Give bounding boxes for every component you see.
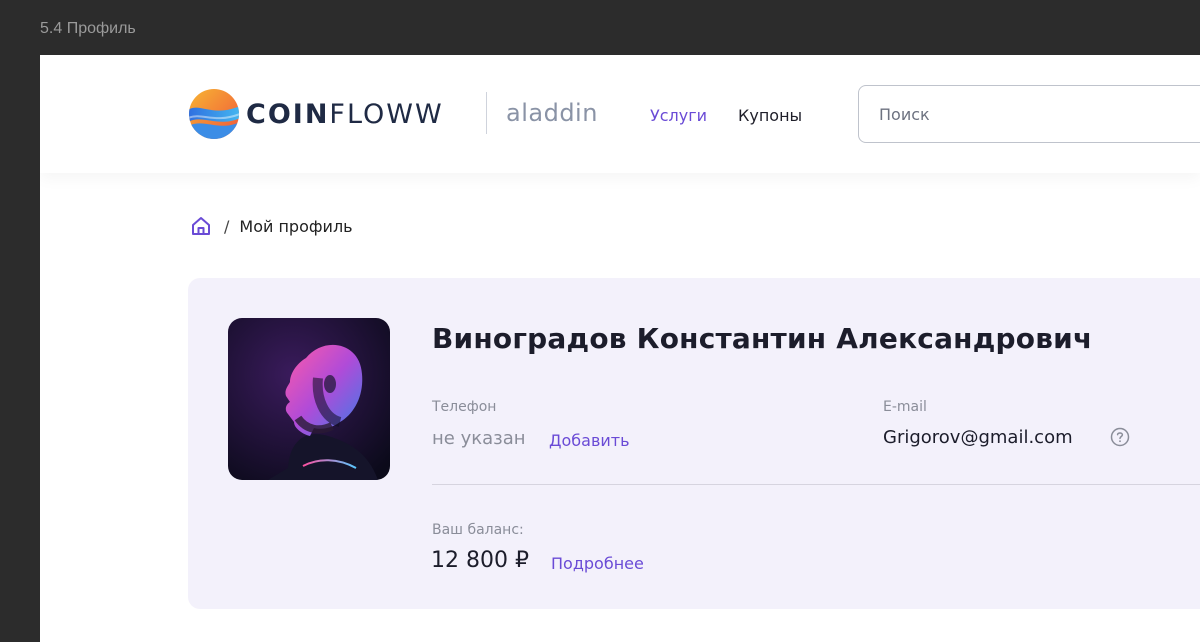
avatar xyxy=(228,318,390,480)
window-title: 5.4 Профиль xyxy=(40,20,136,37)
breadcrumb-separator: / xyxy=(224,216,230,236)
email-value: Grigorov@gmail.com xyxy=(883,427,1073,448)
nav-coupons[interactable]: Купоны xyxy=(738,106,802,125)
profile-full-name: Виноградов Константин Александрович xyxy=(432,322,1093,355)
logo-divider xyxy=(486,92,487,134)
balance-value: 12 800 ₽ xyxy=(431,548,529,573)
breadcrumb: / Мой профиль xyxy=(190,215,353,237)
phone-value: не указан xyxy=(432,428,526,449)
profile-card: Виноградов Константин Александрович Теле… xyxy=(188,278,1200,609)
breadcrumb-current: Мой профиль xyxy=(239,216,353,236)
card-divider xyxy=(432,484,1200,485)
home-icon[interactable] xyxy=(190,215,212,237)
avatar-photo xyxy=(228,318,390,480)
question-circle-icon[interactable] xyxy=(1110,427,1130,447)
logo-text-bold: COIN xyxy=(246,98,330,130)
phone-label: Телефон xyxy=(432,399,497,415)
coinfloww-logo[interactable]: COINFLOWW xyxy=(188,88,444,140)
search-input[interactable] xyxy=(858,85,1200,143)
logo-text: COINFLOWW xyxy=(246,99,444,130)
coinfloww-logo-icon xyxy=(189,89,239,139)
balance-details-link[interactable]: Подробнее xyxy=(551,554,644,573)
email-label: E-mail xyxy=(883,399,927,415)
partner-logo[interactable]: aladdin xyxy=(506,99,598,127)
page: COINFLOWW aladdin Услуги Купоны / Мой пр… xyxy=(40,55,1200,642)
nav-services[interactable]: Услуги xyxy=(650,106,707,125)
logo-text-light: FLOWW xyxy=(329,98,444,130)
site-header: COINFLOWW aladdin Услуги Купоны xyxy=(40,55,1200,173)
balance-label: Ваш баланс: xyxy=(432,522,524,538)
add-phone-link[interactable]: Добавить xyxy=(549,431,630,450)
